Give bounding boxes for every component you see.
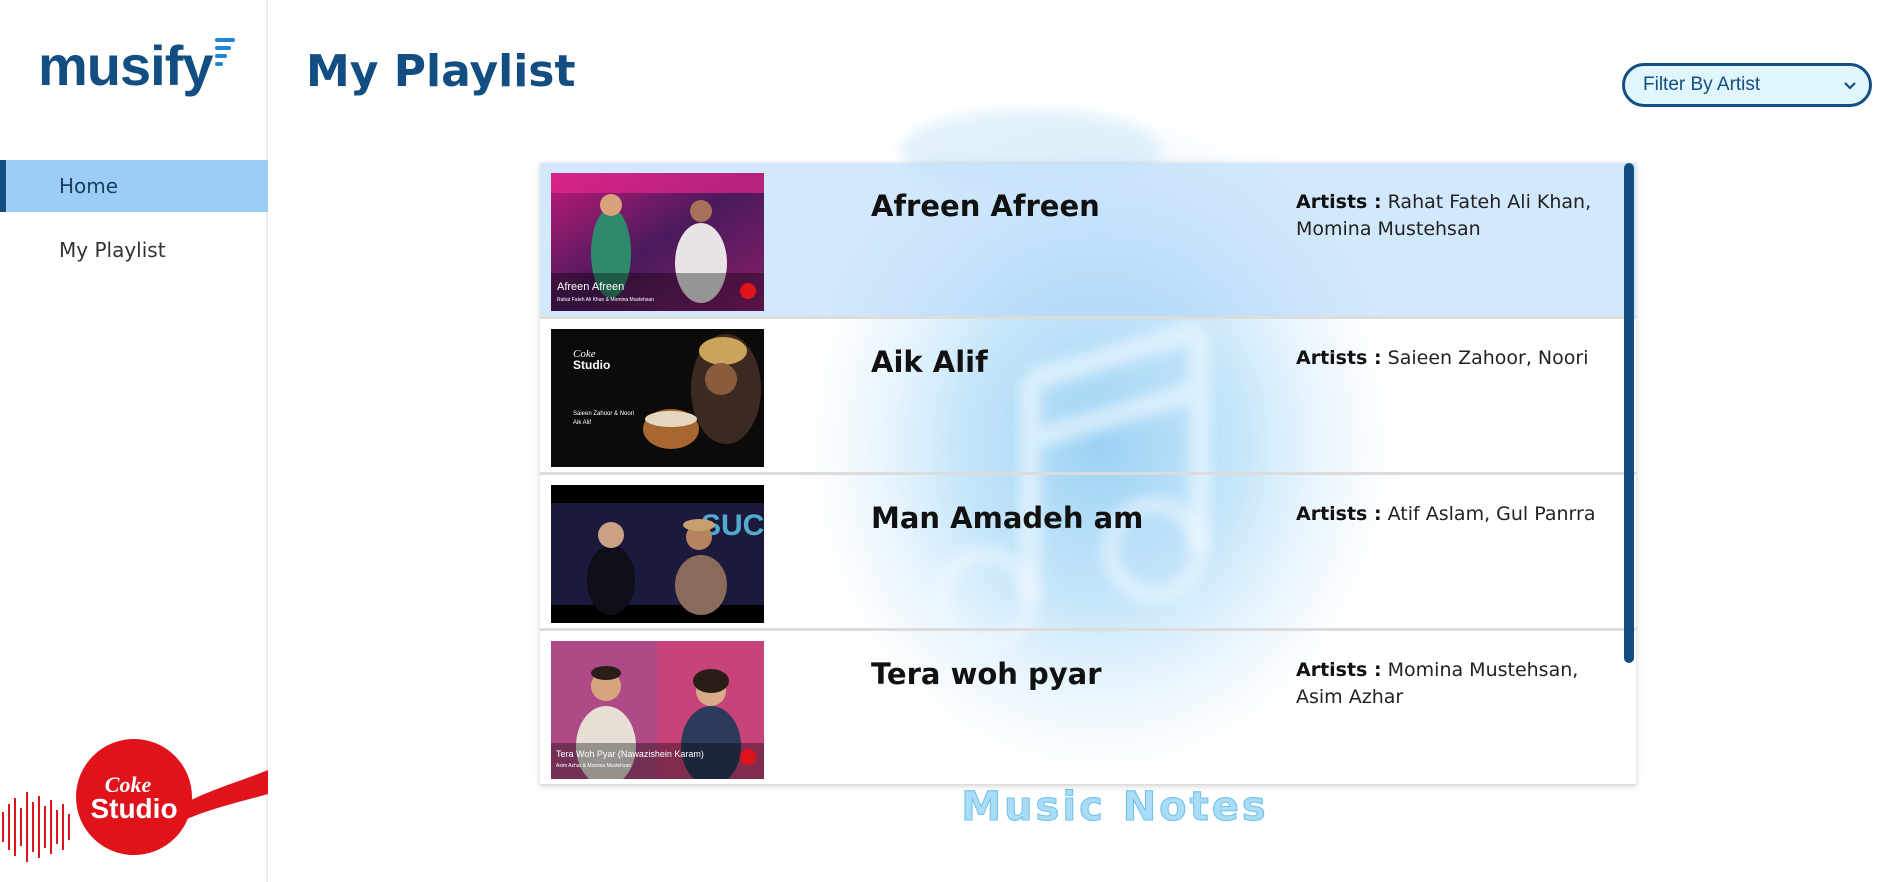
song-artists: Artists : Saieen Zahoor, Noori — [1296, 345, 1626, 372]
thumb-subcaption: Rahat Fateh Ali Khan & Momina Mustehsan — [557, 297, 654, 303]
song-title[interactable]: Aik Alif — [871, 345, 988, 379]
sidebar: musify Home My Playlist Coke Studio — [0, 0, 268, 882]
thumb-subcaption: Aik Alif — [573, 420, 591, 426]
musify-logo[interactable]: musify — [38, 38, 235, 94]
playlist-scrollbar[interactable] — [1624, 163, 1634, 663]
artists-value: Atif Aslam, Gul Panrra — [1387, 503, 1596, 525]
page-title: My Playlist — [306, 46, 576, 97]
chevron-down-icon — [1843, 77, 1857, 99]
background-caption: Music Notes — [961, 784, 1268, 830]
song-thumbnail[interactable]: Afreen Afreen Rahat Fateh Ali Khan & Mom… — [551, 173, 764, 311]
artists-label: Artists : — [1296, 191, 1382, 213]
thumb-subcaption: Asim Azhar & Momina Mustehsan — [556, 763, 631, 769]
artists-label: Artists : — [1296, 347, 1382, 369]
sidebar-item-home[interactable]: Home — [0, 160, 268, 212]
artists-label: Artists : — [1296, 503, 1382, 525]
sidebar-item-label: My Playlist — [59, 238, 166, 262]
playlist-row[interactable]: SUC Man Amadeh am Artists : Atif Aslam, … — [540, 475, 1636, 631]
playlist-row[interactable]: Coke Studio Saieen Zahoor & Noori Aik Al… — [540, 319, 1636, 475]
song-title[interactable]: Tera woh pyar — [871, 657, 1102, 691]
song-thumbnail[interactable]: SUC — [551, 485, 764, 623]
playlist-list: Afreen Afreen Rahat Fateh Ali Khan & Mom… — [540, 163, 1636, 785]
filter-selected-value: Filter By Artist — [1643, 74, 1761, 95]
artists-value: Saieen Zahoor, Noori — [1387, 347, 1589, 369]
logo-bars-icon — [214, 38, 235, 66]
svg-text:Studio: Studio — [573, 358, 610, 372]
song-title[interactable]: Afreen Afreen — [871, 189, 1100, 223]
artists-label: Artists : — [1296, 659, 1382, 681]
logo-text: musify — [38, 34, 213, 97]
song-title[interactable]: Man Amadeh am — [871, 501, 1143, 535]
song-artists: Artists : Rahat Fateh Ali Khan, Momina M… — [1296, 189, 1626, 243]
song-thumbnail[interactable]: Tera Woh Pyar (Nawazishein Karam) Asim A… — [551, 641, 764, 779]
sidebar-item-my-playlist[interactable]: My Playlist — [0, 224, 268, 276]
thumb-caption: Tera Woh Pyar (Nawazishein Karam) — [556, 749, 704, 759]
thumb-caption: Afreen Afreen — [557, 281, 624, 293]
song-artists: Artists : Momina Mustehsan, Asim Azhar — [1296, 657, 1626, 711]
filter-by-artist-select[interactable]: Filter By Artist — [1622, 63, 1872, 107]
playlist-row[interactable]: Afreen Afreen Rahat Fateh Ali Khan & Mom… — [540, 163, 1636, 319]
coke-studio-logo: Coke Studio — [0, 712, 268, 882]
sidebar-nav: Home My Playlist — [0, 160, 268, 288]
svg-text:Studio: Studio — [90, 793, 177, 824]
song-artists: Artists : Atif Aslam, Gul Panrra — [1296, 501, 1626, 528]
playlist-row[interactable]: Tera Woh Pyar (Nawazishein Karam) Asim A… — [540, 631, 1636, 785]
sidebar-item-label: Home — [59, 174, 119, 198]
thumb-caption: Saieen Zahoor & Noori — [573, 411, 634, 417]
song-thumbnail[interactable]: Coke Studio Saieen Zahoor & Noori Aik Al… — [551, 329, 764, 467]
